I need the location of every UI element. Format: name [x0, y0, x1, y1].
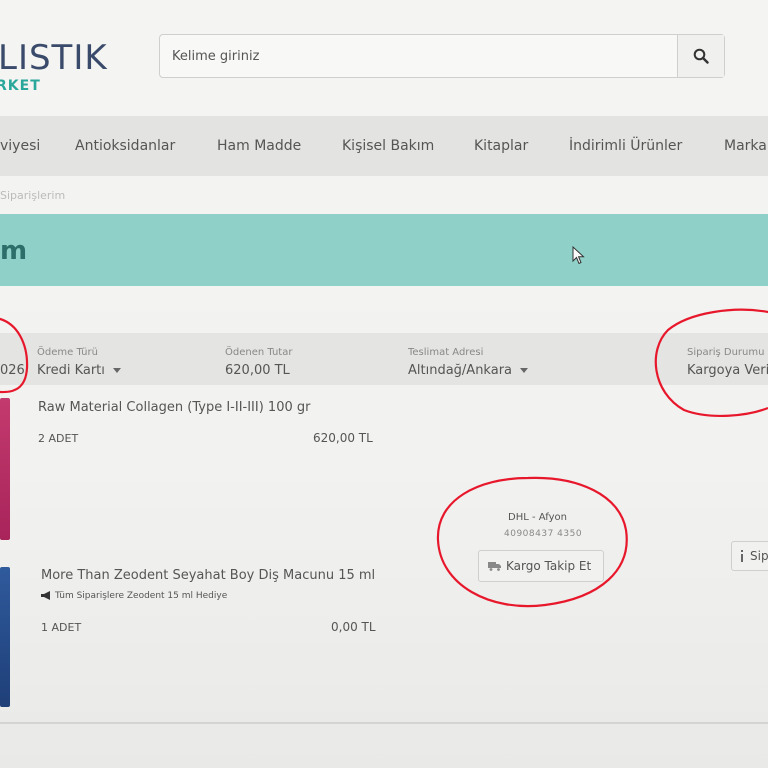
nav-item-partial[interactable]: viyesi [0, 138, 40, 154]
product-price: 620,00 TL [313, 431, 373, 445]
nav-item-ham-madde[interactable]: Ham Madde [217, 138, 301, 154]
product-promo: Tüm Siparişlere Zeodent 15 ml Hediye [41, 591, 227, 601]
order-summary-bar: 026 Ödeme Türü Kredi Kartı Ödenen Tutar … [0, 333, 768, 385]
truck-icon [488, 562, 501, 571]
chevron-down-icon [112, 368, 121, 373]
logo-subtitle: RKET [0, 78, 41, 94]
payment-type-label: Ödeme Türü [37, 347, 98, 358]
megaphone-icon [41, 591, 50, 600]
product-name[interactable]: Raw Material Collagen (Type I-II-III) 10… [38, 400, 310, 415]
page-title: m [0, 236, 28, 266]
product-thumbnail[interactable] [0, 398, 10, 540]
nav-item-indirimli-urunler[interactable]: İndirimli Ürünler [569, 138, 682, 154]
tracking-number: 40908437 4350 [504, 529, 583, 539]
order-id: 026 [0, 363, 25, 378]
order-status-value: Kargoya Verildi [687, 363, 768, 378]
promo-text: Tüm Siparişlere Zeodent 15 ml Hediye [55, 591, 228, 601]
product-quantity: 2 ADET [38, 432, 79, 445]
payment-type-value: Kredi Kartı [37, 363, 105, 378]
order-detail-label: Sip [750, 549, 768, 563]
chevron-down-icon [520, 368, 529, 373]
nav-item-kisisel-bakim[interactable]: Kişisel Bakım [342, 138, 434, 154]
product-thumbnail[interactable] [0, 567, 10, 707]
payment-type-dropdown[interactable]: Kredi Kartı [37, 363, 121, 378]
logo-wordmark: LISTIK [0, 38, 108, 78]
search-box [159, 34, 725, 78]
delivery-address-value: Altındağ/Ankara [408, 363, 513, 378]
screen: LISTIK RKET viyesi Antioksidanlar Ham Ma… [0, 0, 768, 768]
shipping-carrier: DHL - Afyon [508, 512, 567, 523]
nav-item-kitaplar[interactable]: Kitaplar [474, 138, 528, 154]
annotation-circle [436, 476, 628, 608]
mouse-cursor-icon [572, 246, 585, 265]
order-detail-button[interactable]: Sip [731, 541, 768, 571]
paid-amount-label: Ödenen Tutar [225, 347, 293, 358]
divider [0, 722, 768, 724]
track-shipment-label: Kargo Takip Et [506, 559, 592, 573]
product-name[interactable]: More Than Zeodent Seyahat Boy Diş Macunu… [41, 568, 375, 583]
search-button[interactable] [677, 35, 724, 77]
site-logo[interactable]: LISTIK RKET [0, 38, 110, 98]
info-icon [741, 550, 743, 562]
track-shipment-button[interactable]: Kargo Takip Et [478, 550, 604, 582]
search-icon [693, 48, 709, 64]
paid-amount-value: 620,00 TL [225, 363, 290, 378]
nav-item-marka[interactable]: Marka [724, 138, 767, 154]
product-price: 0,00 TL [331, 620, 376, 634]
category-nav: viyesi Antioksidanlar Ham Madde Kişisel … [0, 116, 768, 176]
product-quantity: 1 ADET [41, 621, 82, 634]
page-title-band: m [0, 214, 768, 286]
delivery-address-label: Teslimat Adresi [408, 347, 484, 358]
search-input[interactable] [160, 35, 680, 77]
breadcrumb[interactable]: Siparişlerim [0, 189, 65, 202]
nav-item-antioksidanlar[interactable]: Antioksidanlar [75, 138, 175, 154]
delivery-address-dropdown[interactable]: Altındağ/Ankara [408, 363, 529, 378]
order-status-label: Sipariş Durumu [687, 347, 765, 358]
